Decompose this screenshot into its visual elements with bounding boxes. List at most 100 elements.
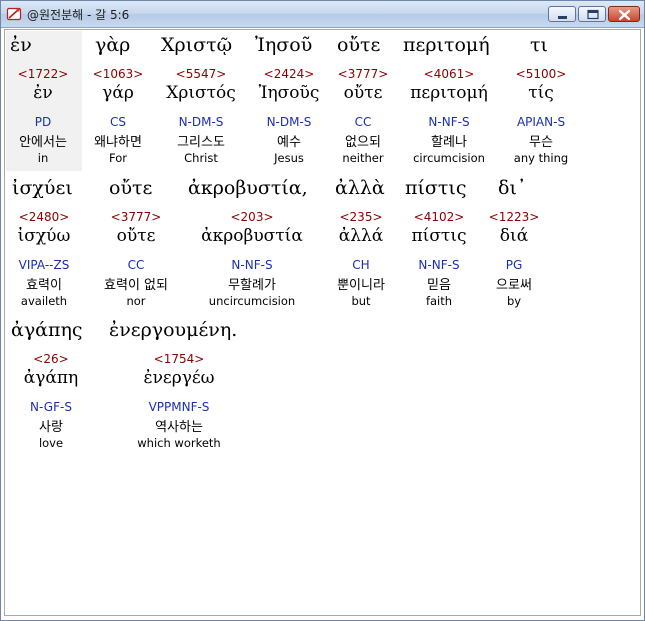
greek-word: οὔτε	[337, 34, 381, 56]
greek-word: ἀκροβυστία,	[188, 177, 308, 199]
greek-word: ἀλλὰ	[335, 177, 385, 199]
greek-word: ἐν	[10, 34, 32, 56]
strong-number[interactable]: <1063>	[93, 67, 144, 81]
lemma: διά	[499, 226, 529, 246]
strong-number[interactable]: <235>	[339, 210, 382, 224]
minimize-icon	[558, 16, 567, 19]
morphology-code: CH	[352, 258, 370, 272]
verse-analysis-panel[interactable]: ἐν <1722> ἐν PD 안에서는 in γὰρ <1063> γάρ C…	[4, 29, 641, 616]
strong-number[interactable]: <5547>	[176, 67, 227, 81]
greek-word: Χριστῷ	[161, 34, 233, 56]
strong-number[interactable]: <3777>	[111, 210, 162, 224]
korean-gloss: 효력이 없되	[104, 278, 168, 293]
greek-word: τι	[530, 34, 548, 56]
morphology-code: PG	[505, 258, 523, 272]
close-button[interactable]	[608, 6, 640, 22]
korean-gloss: 그리스도	[177, 135, 225, 150]
korean-gloss: 효력이	[26, 278, 62, 293]
morphology-code: VPPMNF-S	[148, 400, 210, 414]
strong-number[interactable]: <2424>	[264, 67, 315, 81]
minimize-button[interactable]	[548, 6, 576, 22]
english-gloss: love	[38, 436, 64, 450]
greek-word: ἰσχύει	[12, 177, 73, 199]
greek-word: δι᾽	[498, 177, 527, 199]
morphology-code: N-DM-S	[266, 115, 312, 129]
morphology-code: N-DM-S	[178, 115, 224, 129]
strong-number[interactable]: <203>	[230, 210, 273, 224]
lemma: Χριστός	[166, 83, 236, 103]
korean-gloss: 할례나	[431, 135, 467, 150]
strong-number[interactable]: <2480>	[19, 210, 70, 224]
lemma: οὔτε	[343, 83, 383, 103]
title-bar[interactable]: @원전분해 - 갈 5:6	[1, 1, 644, 28]
greek-word: περιτομή	[403, 34, 490, 56]
lemma: τίς	[528, 83, 554, 103]
maximize-icon	[587, 9, 599, 20]
lemma: Ἰησοῦς	[258, 83, 320, 103]
strong-number[interactable]: <5100>	[516, 67, 567, 81]
morphology-code: N-NF-S	[428, 115, 470, 129]
lemma: ἀγάπη	[23, 368, 79, 388]
lemma: ἰσχύω	[17, 226, 71, 246]
lemma: πίστις	[411, 226, 467, 246]
english-gloss: uncircumcision	[208, 294, 296, 308]
lemma: ἀλλά	[338, 226, 384, 246]
morphology-code: APIAN-S	[516, 115, 566, 129]
english-gloss: any thing	[513, 151, 569, 165]
morphology-code: CC	[127, 258, 145, 272]
strong-number[interactable]: <26>	[33, 352, 68, 366]
greek-word: Ἰησοῦ	[255, 34, 313, 56]
korean-gloss: 역사하는	[155, 420, 203, 435]
greek-word: γὰρ	[95, 34, 131, 56]
morphology-code: PD	[34, 115, 52, 129]
english-gloss: Christ	[184, 151, 218, 165]
strong-number[interactable]: <1722>	[18, 67, 69, 81]
greek-word: πίστις	[405, 177, 467, 199]
korean-gloss: 무할례가	[228, 278, 276, 293]
strong-number[interactable]: <1754>	[154, 352, 205, 366]
morphology-code: N-GF-S	[30, 400, 72, 414]
morphology-code: N-NF-S	[418, 258, 460, 272]
morphology-code: VIPA--ZS	[18, 258, 70, 272]
english-gloss: in	[37, 151, 49, 165]
bible-app-icon	[6, 7, 22, 21]
morphology-code: CC	[354, 115, 372, 129]
app-window: @원전분해 - 갈 5:6 ἐν <1722> ἐν PD 안에서는 in γὰ…	[0, 0, 645, 621]
lemma: ἐνεργέω	[143, 368, 215, 388]
english-gloss: neither	[342, 151, 384, 165]
strong-number[interactable]: <4102>	[414, 210, 465, 224]
greek-word: οὔτε	[109, 177, 153, 199]
greek-word: ἐνεργουμένη.	[109, 319, 238, 341]
lemma: γάρ	[102, 83, 134, 103]
morphology-code: CS	[110, 115, 126, 129]
english-gloss: circumcision	[413, 151, 485, 165]
greek-word: ἀγάπης	[11, 319, 83, 341]
korean-gloss: 사랑	[39, 420, 63, 435]
morphology-code: N-NF-S	[231, 258, 273, 272]
english-gloss: by	[506, 294, 522, 308]
korean-gloss: 예수	[277, 135, 301, 150]
english-gloss: but	[351, 294, 371, 308]
korean-gloss: 없으되	[345, 135, 381, 150]
lemma: οὔτε	[116, 226, 156, 246]
strong-number[interactable]: <3777>	[338, 67, 389, 81]
korean-gloss: 믿음	[427, 278, 451, 293]
english-gloss: which worketh	[137, 436, 221, 450]
korean-gloss: 안에서는	[19, 135, 67, 150]
english-gloss: For	[109, 151, 127, 165]
english-gloss: faith	[425, 294, 453, 308]
window-title: @원전분해 - 갈 5:6	[27, 8, 130, 22]
lemma: ἐν	[33, 83, 53, 103]
english-gloss: nor	[126, 294, 146, 308]
english-gloss: availeth	[20, 294, 68, 308]
korean-gloss: 왜냐하면	[94, 135, 142, 150]
lemma: ἀκροβυστία	[201, 226, 303, 246]
maximize-button[interactable]	[578, 6, 606, 22]
lemma: περιτομή	[410, 83, 488, 103]
korean-gloss: 으로써	[496, 278, 532, 293]
korean-gloss: 무슨	[529, 135, 553, 150]
english-gloss: Jesus	[274, 151, 304, 165]
strong-number[interactable]: <1223>	[489, 210, 540, 224]
close-icon	[618, 9, 631, 21]
strong-number[interactable]: <4061>	[424, 67, 475, 81]
